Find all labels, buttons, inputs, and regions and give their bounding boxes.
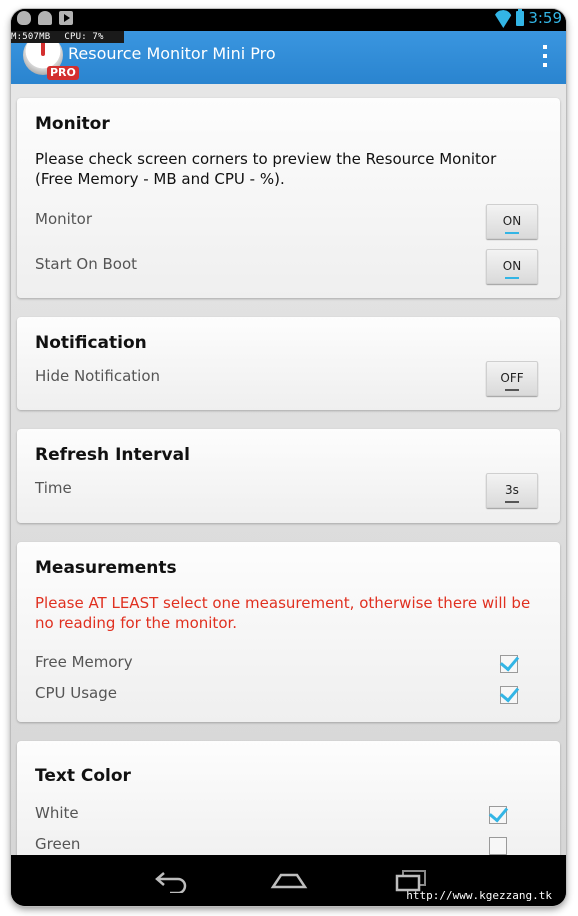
hide-notification-label: Hide Notification	[35, 367, 161, 385]
refresh-interval-card: Refresh Interval Time 3s	[17, 429, 560, 523]
free-memory-label: Free Memory	[35, 653, 133, 671]
pro-badge: PRO	[47, 66, 79, 80]
home-icon[interactable]	[270, 867, 308, 893]
toggle-indicator	[505, 232, 519, 234]
monitor-card: Monitor Please check screen corners to p…	[17, 98, 560, 298]
play-store-icon	[59, 11, 73, 25]
time-selector[interactable]: 3s	[486, 473, 538, 508]
app-title: Resource Monitor Mini Pro	[68, 44, 276, 63]
overlay-memory: M:507MB	[11, 32, 51, 42]
green-checkbox[interactable]	[489, 837, 507, 855]
measurements-card: Measurements Please AT LEAST select one …	[17, 542, 560, 722]
selector-indicator	[505, 501, 519, 503]
monitor-title: Monitor	[35, 114, 110, 134]
notification-card: Notification Hide Notification OFF	[17, 317, 560, 410]
resource-overlay: M:507MB CPU: 7%	[11, 31, 124, 43]
white-checkbox[interactable]	[488, 802, 509, 824]
status-bar: 3:59	[11, 9, 566, 31]
text-color-title: Text Color	[35, 766, 131, 786]
text-color-card: Text Color White Green	[17, 741, 560, 855]
settings-list[interactable]: Monitor Please check screen corners to p…	[11, 84, 566, 855]
refresh-interval-title: Refresh Interval	[35, 445, 190, 465]
overlay-cpu: CPU: 7%	[64, 32, 104, 42]
start-on-boot-label: Start On Boot	[35, 255, 138, 273]
monitor-label: Monitor	[35, 210, 93, 228]
wifi-icon	[494, 10, 512, 26]
bug-icon	[17, 11, 31, 25]
back-icon[interactable]	[152, 867, 188, 893]
green-label: Green	[35, 835, 81, 853]
monitor-description: Please check screen corners to preview t…	[35, 150, 497, 188]
monitor-toggle[interactable]: ON	[486, 204, 538, 239]
cpu-usage-label: CPU Usage	[35, 684, 118, 702]
overflow-menu-icon[interactable]	[540, 45, 550, 67]
toggle-indicator	[505, 277, 519, 279]
system-icons: 3:59	[494, 9, 562, 27]
measurements-title: Measurements	[35, 558, 177, 578]
battery-icon	[516, 9, 525, 26]
boot-toggle-text: ON	[502, 259, 522, 273]
time-label: Time	[35, 479, 72, 497]
check-mark-icon	[488, 802, 509, 823]
measurements-warning: Please AT LEAST select one measurement, …	[35, 594, 531, 632]
check-mark-icon	[499, 682, 520, 703]
monitor-toggle-text: ON	[502, 214, 522, 228]
time-value: 3s	[505, 483, 519, 497]
notification-icons	[17, 11, 73, 25]
notification-title: Notification	[35, 333, 147, 353]
device-frame: 3:59 M:507MB CPU: 7% PRO Resource Monitor…	[11, 9, 566, 906]
hide-notification-toggle[interactable]: OFF	[486, 361, 538, 396]
hide-toggle-text: OFF	[500, 371, 524, 385]
android-icon	[38, 11, 52, 25]
navigation-bar: http://www.kgezzang.tk	[11, 855, 566, 906]
white-label: White	[35, 804, 79, 822]
check-mark-icon	[499, 651, 520, 672]
toggle-indicator	[505, 389, 519, 391]
cpu-usage-checkbox[interactable]	[499, 682, 520, 704]
free-memory-checkbox[interactable]	[499, 651, 520, 673]
clock: 3:59	[528, 9, 562, 27]
watermark-url: http://www.kgezzang.tk	[406, 889, 552, 902]
start-on-boot-toggle[interactable]: ON	[486, 249, 538, 284]
